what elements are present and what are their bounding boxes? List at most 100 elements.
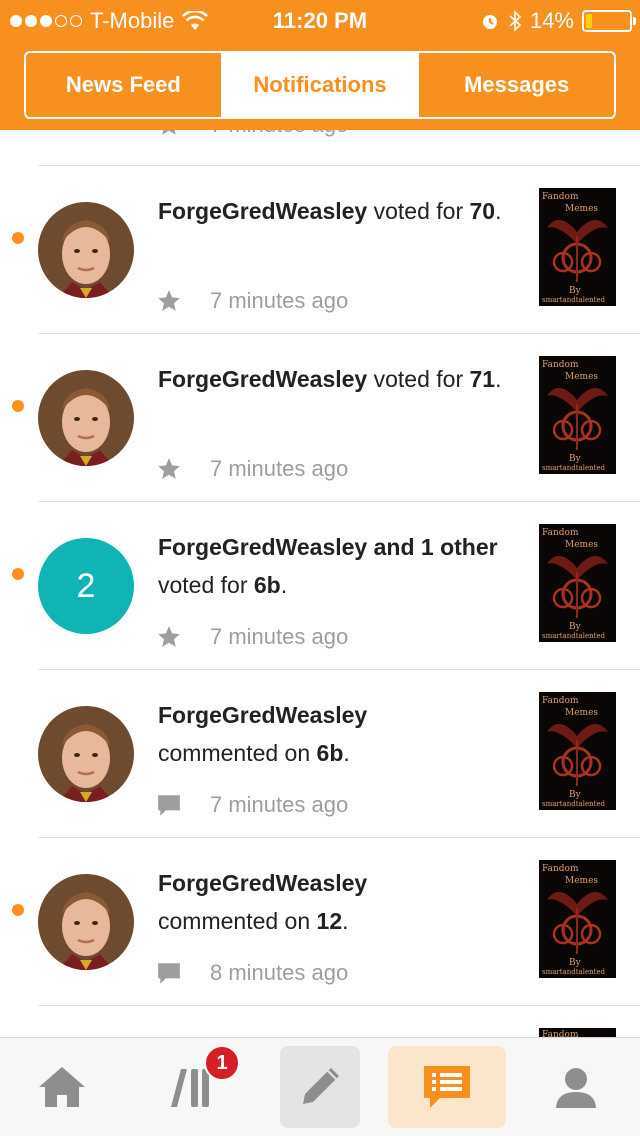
unread-indicator xyxy=(12,400,24,412)
bottom-tab-bar xyxy=(0,1037,640,1136)
book-cover[interactable]: Fandom Memes By smartandtalented xyxy=(539,692,616,810)
notification-text: ForgeGredWeasley and 1 other voted for 6… xyxy=(158,528,518,604)
list-item[interactable]: 2 ForgeGredWeasley and 1 other voted for… xyxy=(0,502,640,670)
list-item[interactable]: ForgeGredWeasley voted for 70. 7 minutes… xyxy=(0,166,640,334)
book-cover-title: Fandom xyxy=(542,192,579,202)
list-item[interactable]: ForgeGredWeasley voted for 71. 7 minutes… xyxy=(0,334,640,502)
notification-meta: 7 minutes ago xyxy=(156,288,348,314)
book-cover-author: smartandtalented xyxy=(542,296,606,304)
book-cover[interactable]: Fandom Memes By smartandtalented xyxy=(539,188,616,306)
notification-user[interactable]: ForgeGredWeasley xyxy=(158,870,367,896)
book-cover-author: smartandtalented xyxy=(542,464,606,472)
notification-suffix: . xyxy=(342,908,349,934)
notification-target[interactable]: 71 xyxy=(470,366,496,392)
notification-meta: 7 minutes ago xyxy=(156,456,348,482)
profile-icon xyxy=(556,1068,596,1108)
star-icon xyxy=(158,626,180,647)
list-item[interactable]: ForgeGredWeasley commented on 6b. 7 minu… xyxy=(0,670,640,838)
pencil-icon xyxy=(303,1068,339,1104)
tab-messages[interactable]: Messages xyxy=(419,53,614,117)
notification-suffix: . xyxy=(495,198,502,224)
notification-time: 7 minutes ago xyxy=(210,456,349,481)
avatar[interactable] xyxy=(38,874,134,970)
notification-text: ForgeGredWeasley voted for 71. xyxy=(158,360,518,398)
book-cover-title: Fandom xyxy=(542,864,579,874)
book-cover-title: Fandom xyxy=(542,696,579,706)
book-cover-author: smartandtalented xyxy=(542,632,606,640)
book-cover-title: Fandom xyxy=(542,360,579,370)
unread-indicator xyxy=(12,904,24,916)
book-cover-by: By xyxy=(569,790,581,800)
bluetooth-icon xyxy=(509,10,522,32)
book-cover-subtitle: Memes xyxy=(565,540,599,550)
notifications-list-icon xyxy=(424,1066,470,1108)
notification-target[interactable]: 6b xyxy=(254,572,281,598)
notification-text: ForgeGredWeasley voted for 70. xyxy=(158,192,518,230)
notification-meta: 7 minutes ago xyxy=(156,624,348,650)
book-cover[interactable]: Fandom Memes By smartandtalented xyxy=(539,524,616,642)
feed-segmented-control: News Feed Notifications Messages xyxy=(24,51,616,119)
notification-time: 7 minutes ago xyxy=(210,792,349,817)
book-cover[interactable]: Fandom Memes By smartandtalented xyxy=(539,860,616,978)
tab-profile[interactable] xyxy=(536,1046,616,1128)
book-cover-subtitle: Memes xyxy=(565,372,599,382)
book-cover-title: Fandom xyxy=(542,528,579,538)
notification-time: 7 minutes ago xyxy=(210,624,349,649)
notification-target[interactable]: 70 xyxy=(470,198,496,224)
notification-text: ForgeGredWeasley commented on 12. xyxy=(158,864,518,940)
battery-percent: 14% xyxy=(529,8,574,33)
notification-user[interactable]: ForgeGredWeasley xyxy=(158,702,367,728)
star-icon xyxy=(158,290,180,311)
notification-time: 7 minutes ago xyxy=(210,288,349,313)
tab-notifications-active[interactable] xyxy=(388,1046,506,1128)
notification-list: 7 minutes ago smartandtalented ForgeGred… xyxy=(0,2,640,1066)
book-cover[interactable]: Fandom Memes By smartandtalented xyxy=(539,356,616,474)
avatar[interactable] xyxy=(38,706,134,802)
avatar[interactable] xyxy=(38,370,134,466)
status-bar: T-Mobile 11:20 PM 14% xyxy=(0,0,640,44)
book-cover-author: smartandtalented xyxy=(542,800,606,808)
book-cover-subtitle: Memes xyxy=(565,876,599,886)
book-cover-subtitle: Memes xyxy=(565,708,599,718)
unread-indicator xyxy=(12,232,24,244)
star-icon xyxy=(158,458,180,479)
book-cover-by: By xyxy=(569,454,581,464)
group-count-avatar[interactable]: 2 xyxy=(38,538,134,634)
notification-time: 8 minutes ago xyxy=(210,960,349,985)
battery-icon xyxy=(582,10,636,32)
tab-news-feed[interactable]: News Feed xyxy=(26,53,223,117)
unread-indicator xyxy=(12,568,24,580)
notification-target[interactable]: 12 xyxy=(317,908,343,934)
notification-action: voted for xyxy=(367,366,470,392)
alarm-icon xyxy=(482,15,497,29)
book-cover-author: smartandtalented xyxy=(542,968,606,976)
notification-action: commented on xyxy=(158,908,317,934)
notification-suffix: . xyxy=(495,366,502,392)
notification-user[interactable]: ForgeGredWeasley xyxy=(158,366,367,392)
notification-user[interactable]: ForgeGredWeasley xyxy=(158,198,367,224)
notification-target[interactable]: 6b xyxy=(317,740,344,766)
avatar[interactable] xyxy=(38,202,134,298)
battery-level xyxy=(586,14,592,28)
notification-action: voted for xyxy=(158,572,254,598)
notification-suffix: . xyxy=(343,740,350,766)
notification-text: ForgeGredWeasley commented on 6b. xyxy=(158,696,518,772)
notification-meta: 7 minutes ago xyxy=(156,792,348,818)
notification-user[interactable]: ForgeGredWeasley and 1 other xyxy=(158,534,498,560)
book-cover-subtitle: Memes xyxy=(565,204,599,214)
comment-icon xyxy=(158,963,180,984)
list-item[interactable]: ForgeGredWeasley commented on 12. 8 minu… xyxy=(0,838,640,1006)
tab-write[interactable] xyxy=(280,1046,360,1128)
notification-action: voted for xyxy=(367,198,470,224)
notification-meta: 8 minutes ago xyxy=(156,960,348,986)
home-icon xyxy=(39,1067,85,1107)
comment-icon xyxy=(158,795,180,816)
app-header: T-Mobile 11:20 PM 14% News Feed Notifica… xyxy=(0,0,640,130)
book-cover-by: By xyxy=(569,958,581,968)
book-cover-by: By xyxy=(569,286,581,296)
book-cover-by: By xyxy=(569,622,581,632)
notification-suffix: . xyxy=(280,572,288,598)
tab-home[interactable] xyxy=(22,1046,102,1128)
tab-notifications[interactable]: Notifications xyxy=(222,53,420,117)
notification-action: commented on xyxy=(158,740,317,766)
